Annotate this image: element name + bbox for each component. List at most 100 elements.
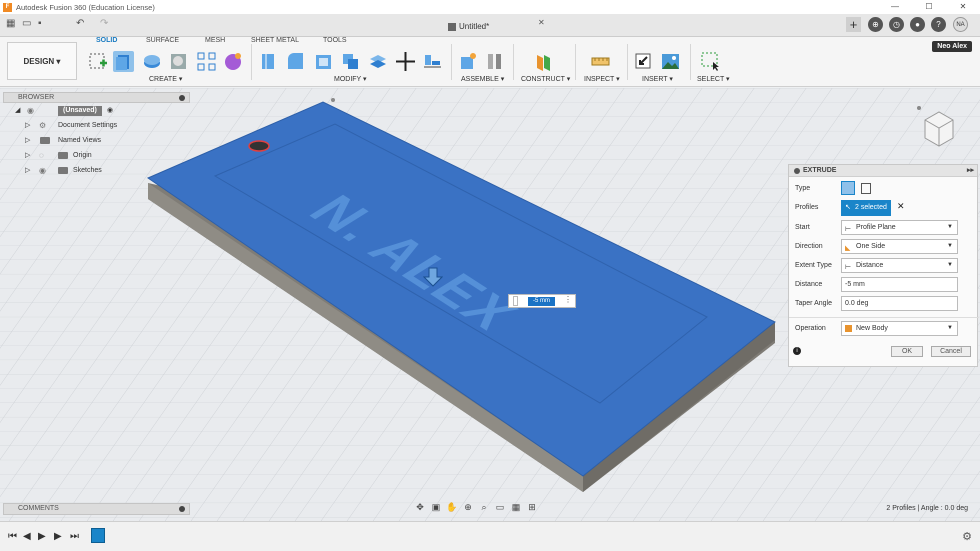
display-settings-icon[interactable]: ▭ bbox=[493, 502, 507, 516]
radio-icon[interactable]: ◉ bbox=[107, 103, 113, 118]
inspect-group-label[interactable]: INSPECT ▾ bbox=[584, 75, 620, 83]
profiles-selection-button[interactable]: ↖ 2 selected bbox=[841, 200, 891, 216]
help-icon[interactable]: ? bbox=[931, 17, 946, 32]
expand-arrow-icon[interactable]: ▷ bbox=[25, 148, 30, 163]
extent-type-dropdown[interactable]: ⊢ Distance ▼ bbox=[841, 258, 958, 273]
type-thin-icon[interactable] bbox=[861, 183, 871, 194]
gear-icon[interactable]: ⚙ bbox=[962, 530, 972, 543]
offset-plane-button[interactable] bbox=[533, 51, 554, 72]
new-tab-button[interactable]: + bbox=[846, 17, 861, 32]
save-icon[interactable]: ▪ bbox=[38, 18, 42, 29]
direction-dropdown[interactable]: ◣ One Side ▼ bbox=[841, 239, 958, 254]
expand-arrow-icon[interactable]: ▷ bbox=[25, 133, 30, 148]
grid-settings-icon[interactable]: ▦ bbox=[509, 502, 523, 516]
tab-mesh[interactable]: MESH bbox=[205, 37, 225, 44]
browser-item-document-settings[interactable]: ▷ ⚙ Document Settings bbox=[3, 118, 190, 133]
job-status-icon[interactable]: ◷ bbox=[889, 17, 904, 32]
align-button[interactable] bbox=[422, 51, 443, 72]
new-component-button[interactable] bbox=[457, 51, 478, 72]
viewports-icon[interactable]: ⊞ bbox=[525, 502, 539, 516]
user-name-badge[interactable]: Neo Alex bbox=[932, 41, 972, 52]
browser-item-root[interactable]: ◢ ◉ (Unsaved) ◉ bbox=[3, 103, 190, 118]
type-solid-icon[interactable] bbox=[841, 181, 855, 195]
close-button[interactable]: ✕ bbox=[946, 0, 980, 14]
more-options-icon[interactable]: ⋮ bbox=[564, 295, 572, 304]
offset-face-button[interactable] bbox=[367, 51, 388, 72]
move-button[interactable] bbox=[395, 51, 416, 72]
expand-dialog-icon[interactable]: ▸▸ bbox=[967, 165, 974, 177]
insert-group-label[interactable]: INSERT ▾ bbox=[642, 75, 673, 83]
construct-group-label[interactable]: CONSTRUCT ▾ bbox=[521, 75, 570, 83]
revolve-button[interactable] bbox=[142, 51, 163, 72]
info-icon[interactable]: i bbox=[793, 347, 801, 355]
timeline-sketch-marker[interactable] bbox=[91, 528, 105, 543]
view-cube-icon[interactable] bbox=[915, 98, 955, 158]
fit-icon[interactable]: ⌕ bbox=[477, 502, 491, 516]
combine-button[interactable] bbox=[340, 51, 361, 72]
joint-button[interactable] bbox=[484, 51, 505, 72]
workspace-switcher[interactable]: DESIGN ▾ bbox=[7, 42, 77, 80]
fillet-button[interactable] bbox=[285, 51, 306, 72]
hole-button[interactable] bbox=[168, 51, 189, 72]
select-group-label[interactable]: SELECT ▾ bbox=[697, 75, 730, 83]
browser-item-named-views[interactable]: ▷ Named Views bbox=[3, 133, 190, 148]
pin-icon[interactable] bbox=[179, 95, 185, 101]
shell-button[interactable] bbox=[313, 51, 334, 72]
step-forward-icon[interactable]: ▶ bbox=[54, 531, 62, 542]
expand-arrow-icon[interactable]: ▷ bbox=[25, 118, 30, 133]
eye-icon[interactable]: ◉ bbox=[27, 103, 34, 118]
distance-input[interactable]: -5 mm bbox=[841, 277, 958, 292]
eye-hidden-icon[interactable]: ◌ bbox=[39, 148, 44, 163]
create-sketch-button[interactable] bbox=[88, 51, 109, 72]
tab-tools[interactable]: TOOLS bbox=[323, 37, 347, 44]
document-tab[interactable]: Untitled* bbox=[448, 16, 548, 37]
clear-selection-icon[interactable]: ✕ bbox=[897, 201, 905, 212]
insert-derive-button[interactable] bbox=[633, 51, 654, 72]
select-button[interactable] bbox=[700, 51, 721, 72]
tab-solid[interactable]: SOLID bbox=[96, 37, 117, 44]
go-to-end-icon[interactable]: ⏭ bbox=[70, 531, 79, 542]
taper-angle-input[interactable]: 0.0 deg bbox=[841, 296, 958, 311]
tab-sheet-metal[interactable]: SHEET METAL bbox=[251, 37, 299, 44]
redo-icon[interactable]: ↷ bbox=[100, 18, 108, 29]
press-pull-button[interactable] bbox=[258, 51, 279, 72]
look-at-icon[interactable]: ▣ bbox=[429, 502, 443, 516]
zoom-icon[interactable]: ⊕ bbox=[461, 502, 475, 516]
insert-canvas-button[interactable] bbox=[660, 51, 681, 72]
cancel-button[interactable]: Cancel bbox=[931, 346, 971, 357]
comments-panel[interactable]: COMMENTS bbox=[3, 503, 190, 515]
ok-button[interactable]: OK bbox=[891, 346, 923, 357]
undo-icon[interactable]: ↶ bbox=[76, 18, 84, 29]
modify-group-label[interactable]: MODIFY ▾ bbox=[334, 75, 367, 83]
extrude-dialog-header[interactable]: EXTRUDE ▸▸ bbox=[789, 165, 977, 177]
browser-item-origin[interactable]: ▷ ◌ Origin bbox=[3, 148, 190, 163]
app-grid-icon[interactable]: ▦ bbox=[6, 18, 15, 29]
close-tab-icon[interactable]: ✕ bbox=[538, 18, 545, 27]
tab-surface[interactable]: SURFACE bbox=[146, 37, 179, 44]
pattern-button[interactable] bbox=[196, 51, 217, 72]
user-avatar[interactable]: NA bbox=[953, 17, 968, 32]
pan-icon[interactable]: ✋ bbox=[445, 502, 459, 516]
eye-icon[interactable]: ◉ bbox=[39, 163, 46, 178]
inline-distance-input[interactable]: -5 mm ⋮ bbox=[508, 294, 576, 308]
maximize-button[interactable]: ☐ bbox=[912, 0, 946, 14]
browser-header[interactable]: BROWSER bbox=[3, 92, 190, 103]
step-back-icon[interactable]: ◀ bbox=[23, 531, 31, 542]
file-menu-icon[interactable]: ▭ bbox=[22, 18, 31, 29]
assemble-group-label[interactable]: ASSEMBLE ▾ bbox=[461, 75, 504, 83]
orbit-icon[interactable]: ✥ bbox=[413, 502, 427, 516]
create-group-label[interactable]: CREATE ▾ bbox=[149, 75, 182, 83]
extrude-manipulator-arrow-icon[interactable] bbox=[423, 266, 443, 288]
play-icon[interactable]: ▶ bbox=[38, 531, 46, 542]
collapse-arrow-icon[interactable]: ◢ bbox=[15, 103, 20, 118]
operation-dropdown[interactable]: New Body ▼ bbox=[841, 321, 958, 336]
notifications-icon[interactable]: ● bbox=[910, 17, 925, 32]
pin-icon[interactable] bbox=[179, 506, 185, 512]
expand-arrow-icon[interactable]: ▷ bbox=[25, 163, 30, 178]
start-dropdown[interactable]: ⊢ Profile Plane ▼ bbox=[841, 220, 958, 235]
extrude-button[interactable] bbox=[113, 51, 134, 72]
extensions-icon[interactable]: ⊕ bbox=[868, 17, 883, 32]
go-to-start-icon[interactable]: ⏮ bbox=[8, 531, 17, 542]
minimize-button[interactable]: — bbox=[878, 0, 912, 14]
browser-item-sketches[interactable]: ▷ ◉ Sketches bbox=[3, 163, 190, 178]
